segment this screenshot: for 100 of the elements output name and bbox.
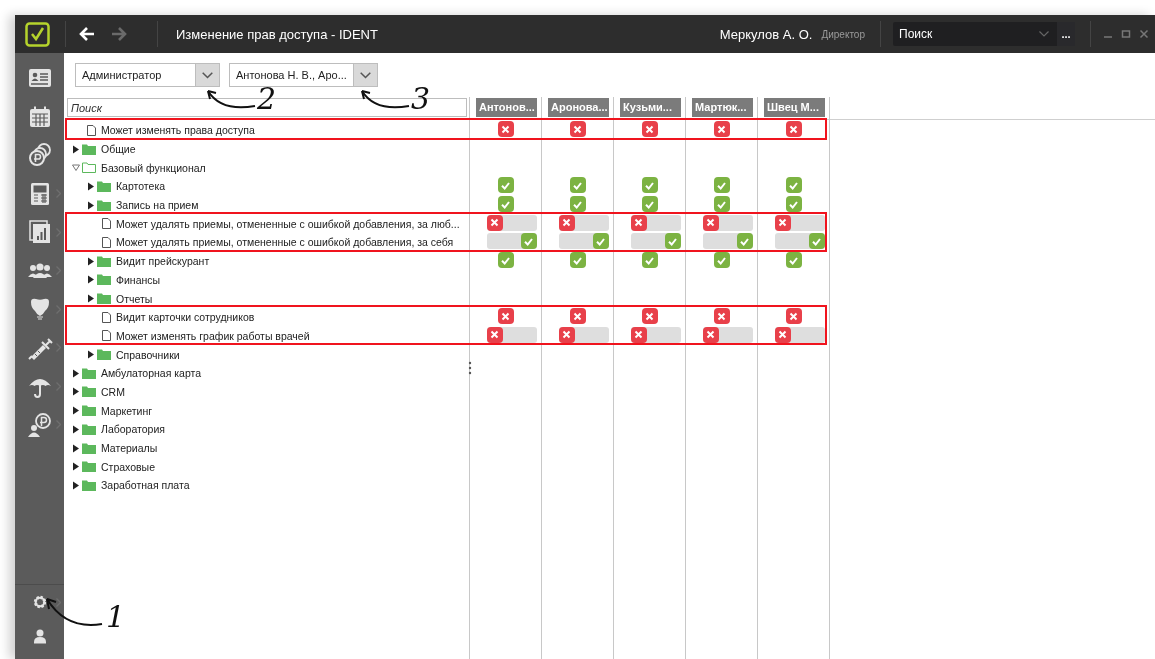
denied-badge[interactable] — [569, 308, 586, 325]
folder-label[interactable]: Страховые — [101, 460, 155, 473]
allowed-badge[interactable] — [497, 177, 514, 194]
toggle-switch[interactable] — [630, 233, 681, 250]
bar-chart-icon[interactable] — [26, 219, 53, 246]
column-header[interactable]: Антонов... — [476, 98, 537, 117]
column-header[interactable]: Швец М... — [764, 98, 825, 117]
column-header[interactable]: Аронова... — [548, 98, 609, 117]
denied-badge[interactable] — [497, 308, 514, 325]
collapsed-arrow-icon[interactable] — [72, 387, 80, 397]
close-icon[interactable] — [1139, 29, 1149, 39]
search-field[interactable]: Поиск ... — [893, 22, 1075, 46]
maximize-icon[interactable] — [1121, 29, 1131, 39]
check-icon — [812, 236, 821, 246]
allowed-badge[interactable] — [785, 196, 802, 213]
toggle-switch[interactable] — [702, 233, 753, 250]
folder-label[interactable]: Отчеты — [116, 292, 153, 305]
splitter-handle[interactable] — [468, 361, 472, 375]
check-icon — [501, 255, 510, 265]
allowed-badge[interactable] — [569, 252, 586, 269]
toggle-switch[interactable] — [630, 214, 681, 231]
collapsed-arrow-icon[interactable] — [87, 275, 95, 285]
coins-icon[interactable] — [26, 142, 53, 169]
chevron-down-icon[interactable] — [202, 71, 213, 79]
denied-badge[interactable] — [641, 121, 658, 138]
folder-label[interactable]: Маркетинг — [101, 404, 153, 417]
folder-label[interactable]: Базовый функционал — [101, 161, 206, 174]
folder-label[interactable]: Финансы — [116, 273, 161, 286]
folder-label[interactable]: Картотека — [116, 180, 166, 193]
permission-label[interactable]: Может удалять приемы, отмененные с ошибкой добавления, за себя — [116, 236, 454, 249]
collapsed-arrow-icon[interactable] — [72, 368, 80, 378]
allowed-badge[interactable] — [713, 252, 730, 269]
denied-badge[interactable] — [569, 121, 586, 138]
folder-label[interactable]: Лаборатория — [101, 423, 165, 436]
folder-label[interactable]: Общие — [101, 143, 136, 156]
allowed-badge[interactable] — [785, 177, 802, 194]
folder-label[interactable]: Запись на прием — [116, 199, 199, 212]
toggle-switch[interactable] — [486, 233, 537, 250]
denied-badge[interactable] — [713, 121, 730, 138]
denied-badge[interactable] — [497, 121, 514, 138]
folder-label[interactable]: Материалы — [101, 442, 158, 455]
toggle-switch[interactable] — [486, 326, 537, 343]
allowed-badge[interactable] — [713, 196, 730, 213]
more-button[interactable]: ... — [1057, 22, 1075, 46]
toggle-switch[interactable] — [558, 214, 609, 231]
toggle-switch[interactable] — [774, 233, 825, 250]
check-logo-icon[interactable] — [25, 21, 50, 47]
toggle-switch[interactable] — [774, 214, 825, 231]
collapsed-arrow-icon[interactable] — [72, 144, 80, 154]
collapsed-arrow-icon[interactable] — [87, 181, 95, 191]
collapsed-arrow-icon[interactable] — [72, 406, 80, 416]
person-icon[interactable] — [31, 628, 48, 644]
toggle-switch[interactable] — [774, 326, 825, 343]
permission-label[interactable]: Может изменять график работы врачей — [116, 329, 310, 342]
collapsed-arrow-icon[interactable] — [72, 480, 80, 490]
allowed-badge[interactable] — [497, 252, 514, 269]
dropdown-field[interactable]: Антонова Н. В., Аро... — [229, 63, 378, 87]
denied-badge[interactable] — [785, 308, 802, 325]
allowed-badge[interactable] — [497, 196, 514, 213]
collapsed-arrow-icon[interactable] — [72, 424, 80, 434]
collapsed-arrow-icon[interactable] — [72, 443, 80, 453]
denied-badge[interactable] — [785, 121, 802, 138]
allowed-badge[interactable] — [641, 252, 658, 269]
allowed-badge[interactable] — [641, 196, 658, 213]
permission-label[interactable]: Может изменять права доступа — [101, 124, 255, 137]
folder-icon — [82, 442, 96, 454]
settings-icon[interactable] — [31, 594, 48, 610]
toggle-switch[interactable] — [702, 214, 753, 231]
folder-label[interactable]: Амбулаторная карта — [101, 367, 202, 380]
dropdown-field[interactable]: Администратор — [75, 63, 220, 87]
collapsed-arrow-icon[interactable] — [87, 200, 95, 210]
allowed-badge[interactable] — [569, 196, 586, 213]
denied-badge[interactable] — [713, 308, 730, 325]
back-button[interactable] — [78, 25, 96, 43]
folder-label[interactable]: Справочники — [116, 348, 180, 361]
toggle-switch[interactable] — [558, 326, 609, 343]
person-with-coin-icon[interactable] — [26, 411, 53, 438]
toggle-switch[interactable] — [702, 326, 753, 343]
column-header[interactable]: Мартюк... — [692, 98, 753, 117]
folder-label[interactable]: CRM — [101, 385, 125, 398]
expanded-arrow-icon[interactable] — [72, 163, 80, 173]
allowed-badge[interactable] — [641, 177, 658, 194]
toggle-switch[interactable] — [486, 214, 537, 231]
chevron-down-icon[interactable] — [359, 71, 371, 79]
toggle-switch[interactable] — [630, 326, 681, 343]
permission-label[interactable]: Может удалять приемы, отмененные с ошибкой добавления, за люб... — [116, 217, 460, 230]
collapsed-arrow-icon[interactable] — [87, 294, 95, 304]
denied-badge[interactable] — [641, 308, 658, 325]
column-header[interactable]: Кузьми... — [620, 98, 681, 117]
folder-label[interactable]: Видит прейскурант — [116, 255, 210, 268]
allowed-badge[interactable] — [569, 177, 586, 194]
collapsed-arrow-icon[interactable] — [72, 462, 80, 472]
permission-label[interactable]: Видит карточки сотрудников — [116, 311, 255, 324]
collapsed-arrow-icon[interactable] — [87, 256, 95, 266]
cross-icon — [778, 330, 787, 340]
collapsed-arrow-icon[interactable] — [87, 350, 95, 360]
allowed-badge[interactable] — [713, 177, 730, 194]
folder-label[interactable]: Заработная плата — [101, 479, 190, 492]
toggle-switch[interactable] — [558, 233, 609, 250]
allowed-badge[interactable] — [785, 252, 802, 269]
